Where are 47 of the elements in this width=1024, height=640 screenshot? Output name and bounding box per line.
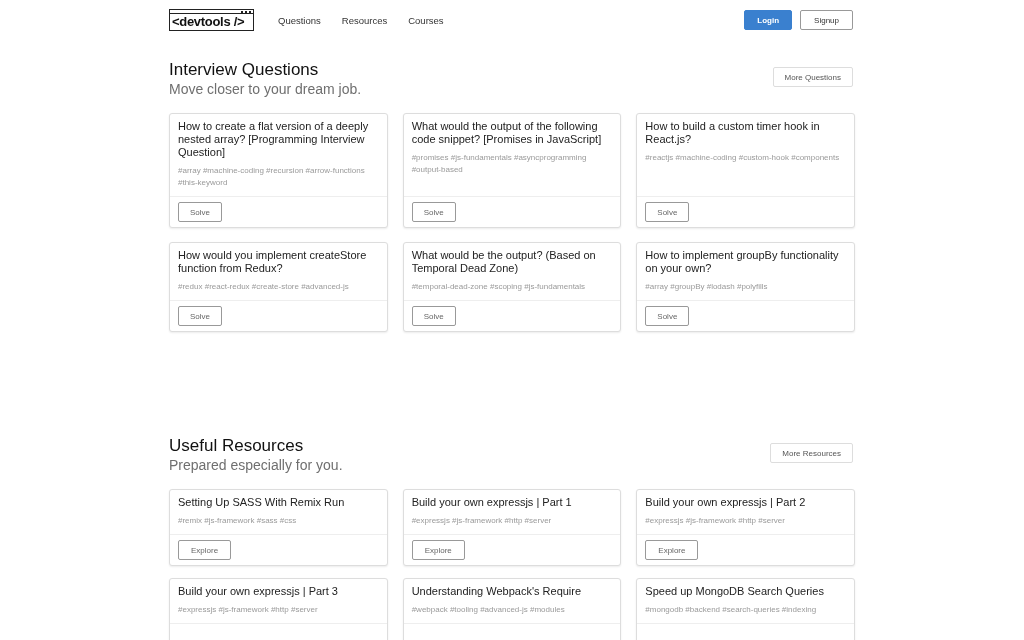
- card-tags: #promises #js-fundamentals #asyncprogramming #output-based: [411, 152, 613, 176]
- card-title: How to create a flat version of a deeply nested array? [Programming Interview Question]: [178, 120, 370, 159]
- card-button[interactable]: Solve: [645, 306, 690, 326]
- logo-text: <devtools />: [171, 14, 246, 30]
- card-button[interactable]: Solve: [411, 306, 456, 326]
- section-subtitle: Move closer to your dream job.: [169, 80, 362, 98]
- card-tags: #redux #react-redux #create-store #advanced-js: [178, 281, 379, 293]
- card-tags: #webpack #tooling #advanced-js #modules: [411, 604, 613, 616]
- card-title: How would you implement createStore function from Redux?: [178, 249, 368, 275]
- nav-link[interactable]: Courses: [408, 14, 444, 26]
- card-title: Setting Up SASS With Remix Run: [178, 496, 346, 509]
- more-button[interactable]: More Resources: [770, 443, 853, 463]
- card-tags: #reactjs #machine-coding #custom-hook #components: [645, 152, 846, 164]
- card-tags: #expressjs #js-framework #http #server: [411, 515, 613, 527]
- card-button[interactable]: Explore: [411, 540, 465, 560]
- nav-link[interactable]: Questions: [278, 14, 321, 26]
- card-button[interactable]: Solve: [411, 202, 456, 222]
- card-title: How to implement groupBy functionality on your own?: [645, 249, 840, 275]
- card-title: Speed up MongoDB Search Queries: [645, 585, 825, 598]
- card-button[interactable]: Explore: [645, 540, 699, 560]
- signup-button[interactable]: Signup: [800, 10, 853, 30]
- section-title: Interview Questions: [169, 60, 320, 80]
- login-button[interactable]: Login: [744, 10, 793, 30]
- card-tags: #array #machine-coding #recursion #arrow-functions #this-keyword: [178, 165, 379, 189]
- nav-link[interactable]: Resources: [341, 14, 388, 26]
- card-title: Build your own expressjs | Part 1: [411, 496, 573, 509]
- card-title: Build your own expressjs | Part 3: [178, 585, 339, 598]
- card-tags: #temporal-dead-zone #scoping #js-fundamentals: [411, 281, 613, 293]
- card-title: What would be the output? (Based on Temporal Dead Zone): [411, 249, 597, 275]
- section-subtitle: Prepared especially for you.: [169, 456, 343, 474]
- card-tags: #expressjs #js-framework #http #server: [178, 604, 379, 616]
- card-button[interactable]: Explore: [178, 540, 232, 560]
- card-button[interactable]: Solve: [178, 202, 222, 222]
- more-button[interactable]: More Questions: [772, 67, 853, 87]
- card-title: How to build a custom timer hook in React.js?: [645, 120, 821, 146]
- card-title: Build your own expressjs | Part 2: [645, 496, 807, 509]
- window-dots-icon: [241, 10, 251, 13]
- card-tags: #array #groupBy #lodash #polyfills: [645, 281, 846, 293]
- card-tags: #remix #js-framework #sass #css: [178, 515, 379, 527]
- logo[interactable]: <devtools />: [169, 9, 254, 31]
- card-tags: #mongodb #backend #search-queries #indexing: [645, 604, 846, 616]
- section-title: Useful Resources: [169, 436, 305, 456]
- card-title: What would the output of the following code snippet? [Promises in JavaScript]: [411, 120, 603, 146]
- card-button[interactable]: Solve: [645, 202, 690, 222]
- card-tags: #expressjs #js-framework #http #server: [645, 515, 846, 527]
- card-button[interactable]: Solve: [178, 306, 222, 326]
- card-title: Understanding Webpack's Require: [411, 585, 583, 598]
